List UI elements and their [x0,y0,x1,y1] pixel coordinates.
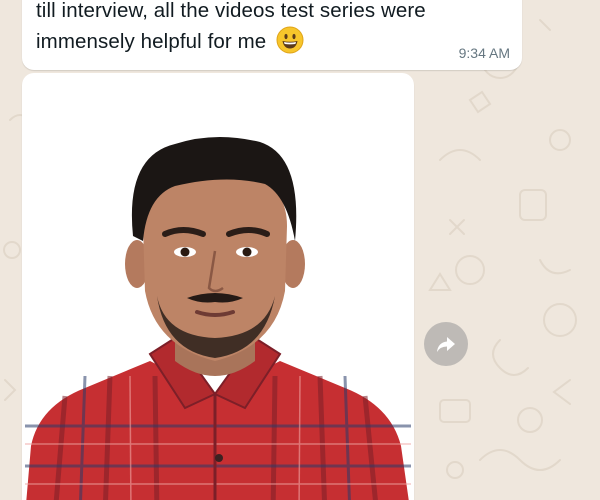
forward-button[interactable] [424,322,468,366]
forward-icon [437,337,455,352]
message-bubble[interactable]: till interview, all the videos test seri… [22,0,522,70]
message-text: till interview, all the videos test seri… [36,0,506,57]
message-text-line1: till interview, all the videos test seri… [36,0,426,22]
message-text-line2: immensely helpful for me [36,30,267,53]
message-timestamp: 9:34 AM [458,45,510,61]
image-message-bubble[interactable] [22,73,414,500]
grinning-face-emoji-icon [276,26,304,54]
person-photo-illustration [25,136,411,500]
profile-photo[interactable] [25,76,411,500]
